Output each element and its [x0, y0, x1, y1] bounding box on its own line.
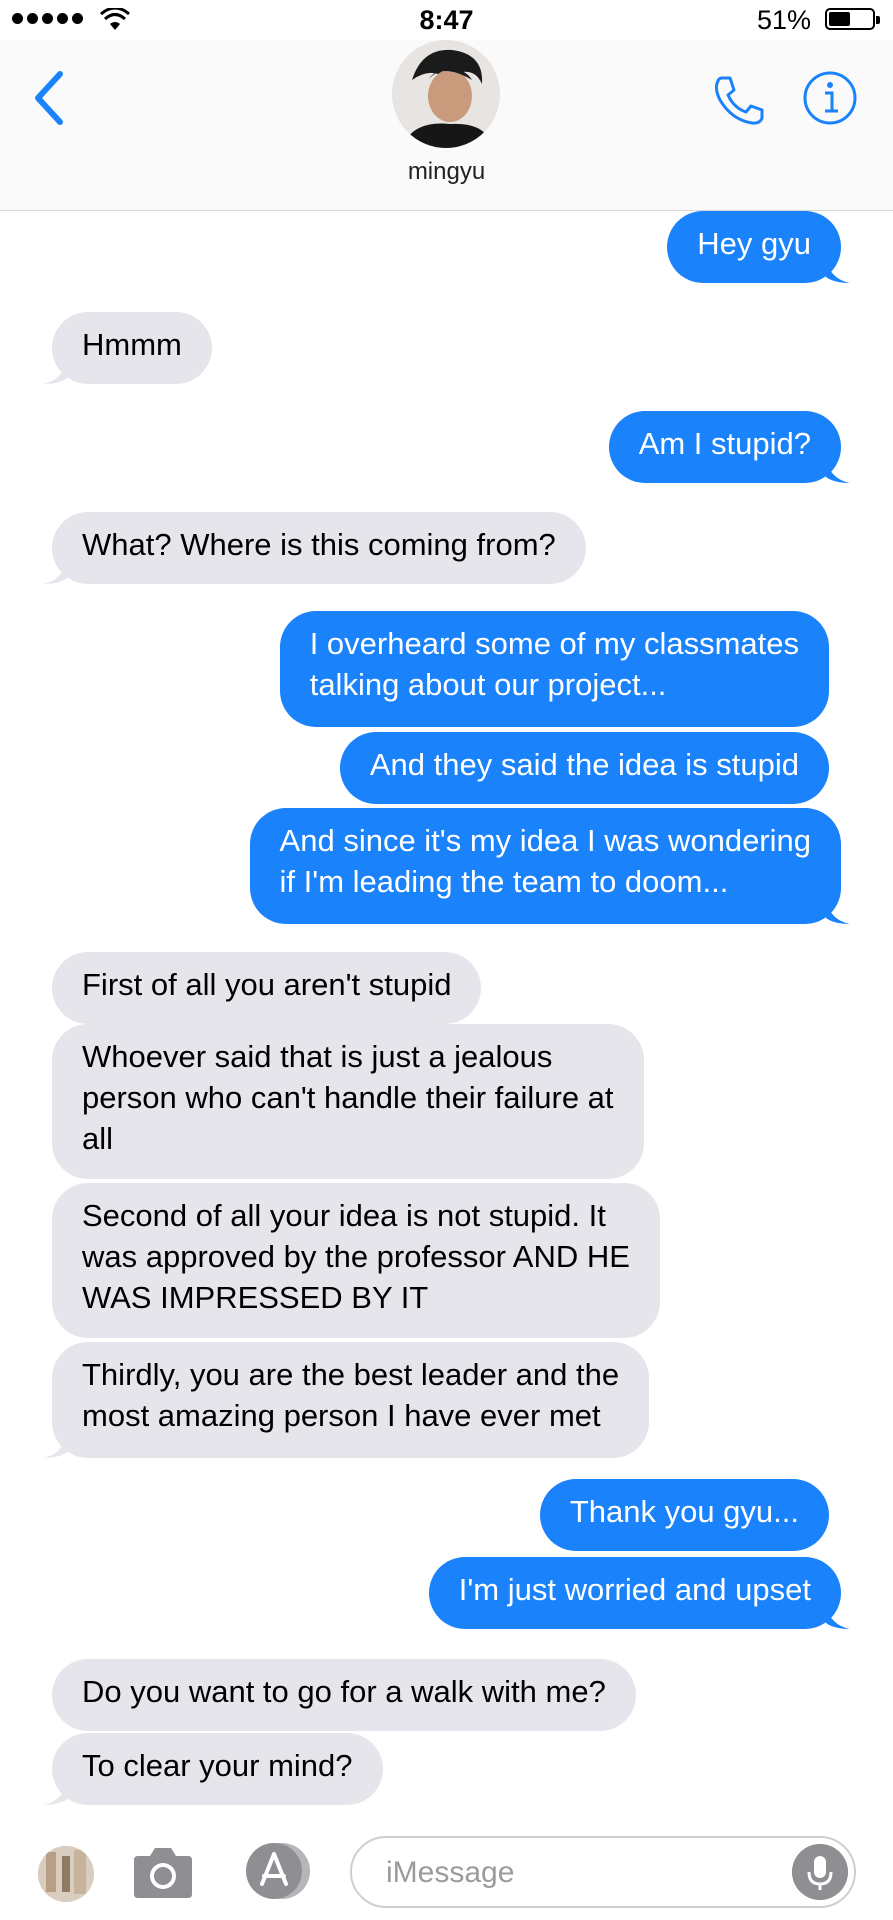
- bubble-tail: [43, 360, 67, 384]
- message-field-wrapper[interactable]: [350, 1836, 856, 1908]
- incoming-message[interactable]: Second of all your idea is not stupid. I…: [52, 1183, 660, 1338]
- battery-percent: 51%: [756, 5, 811, 35]
- bubble-tail: [826, 1605, 850, 1629]
- back-chevron-icon[interactable]: [30, 66, 70, 130]
- incoming-message[interactable]: What? Where is this coming from?: [43, 512, 586, 584]
- microphone-icon[interactable]: [792, 1844, 848, 1900]
- bubble-tail: [826, 259, 850, 283]
- phone-icon[interactable]: [708, 70, 768, 130]
- photos-app-icon[interactable]: [38, 1846, 94, 1902]
- battery-icon: [825, 8, 880, 30]
- outgoing-message[interactable]: Thank you gyu...: [539, 1479, 829, 1551]
- status-bar: 8:47 51%: [0, 0, 893, 40]
- input-bar: [0, 1822, 893, 1920]
- info-icon[interactable]: [800, 68, 860, 128]
- outgoing-message[interactable]: Hey gyu: [667, 211, 850, 283]
- incoming-message[interactable]: Do you want to go for a walk with me?: [52, 1659, 636, 1731]
- outgoing-message[interactable]: And since it's my idea I was wondering i…: [249, 808, 850, 924]
- outgoing-message[interactable]: I'm just worried and upset: [428, 1557, 850, 1629]
- incoming-message[interactable]: Thirdly, you are the best leader and the…: [43, 1342, 650, 1458]
- contact-name[interactable]: mingyu: [0, 158, 893, 186]
- incoming-message[interactable]: To clear your mind?: [43, 1733, 383, 1805]
- bubble-tail: [826, 459, 850, 483]
- incoming-message[interactable]: Whoever said that is just a jealous pers…: [52, 1024, 644, 1179]
- outgoing-message[interactable]: And they said the idea is stupid: [339, 732, 829, 804]
- outgoing-message[interactable]: Am I stupid?: [608, 411, 850, 483]
- avatar[interactable]: [392, 40, 500, 148]
- bubble-tail: [43, 1434, 67, 1458]
- camera-icon[interactable]: [130, 1844, 196, 1902]
- conversation-header: mingyu: [0, 40, 893, 211]
- incoming-message[interactable]: First of all you aren't stupid: [52, 952, 482, 1024]
- bubble-tail: [43, 560, 67, 584]
- bubble-tail: [43, 1781, 67, 1805]
- message-thread[interactable]: Hey gyu Hmmm Am I stupid? What? Where is th…: [0, 211, 893, 1821]
- app-store-icon[interactable]: [238, 1840, 318, 1902]
- incoming-message[interactable]: Hmmm: [43, 312, 212, 384]
- outgoing-message[interactable]: I overheard some of my classmates talkin…: [279, 611, 829, 727]
- message-input[interactable]: [384, 1848, 768, 1898]
- bubble-tail: [826, 900, 850, 924]
